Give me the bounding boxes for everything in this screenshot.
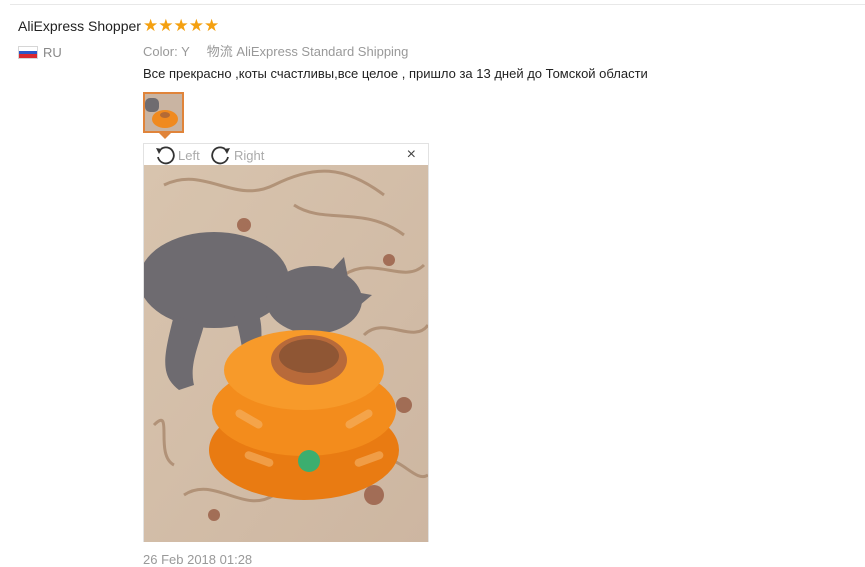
shipping-label: 物流 xyxy=(206,44,233,59)
rotate-left-label: Left xyxy=(178,147,200,163)
rotate-left-icon xyxy=(156,146,175,165)
rating-stars: ★★★★★ xyxy=(143,16,220,35)
reviewer-country: RU xyxy=(43,45,62,60)
top-divider xyxy=(10,4,865,5)
review-photo xyxy=(144,165,428,542)
reviewer-name: AliExpress Shopper xyxy=(18,18,141,34)
review-details: Color: Y 物流 AliExpress Standard Shipping xyxy=(143,41,408,60)
color-value: Y xyxy=(181,44,190,59)
rotate-right-button[interactable]: Right xyxy=(210,145,264,165)
review-text: Все прекрасно ,коты счастливы,все целое … xyxy=(143,66,648,81)
photo-viewer: Left Right × xyxy=(143,143,429,542)
review-date: 26 Feb 2018 01:28 xyxy=(143,552,253,567)
rotate-right-label: Right xyxy=(234,147,265,163)
color-label: Color: xyxy=(143,44,178,59)
russia-flag-icon xyxy=(18,46,38,59)
shipping-value: AliExpress Standard Shipping xyxy=(236,44,409,59)
thumbnail-pointer xyxy=(159,133,171,139)
close-icon[interactable]: × xyxy=(407,146,416,164)
thumbnail-image xyxy=(145,94,182,131)
review-photo-thumbnail[interactable] xyxy=(143,92,184,133)
viewer-toolbar: Left Right × xyxy=(144,144,428,165)
rotate-left-button[interactable]: Left xyxy=(154,145,200,165)
rotate-right-icon xyxy=(211,146,230,165)
